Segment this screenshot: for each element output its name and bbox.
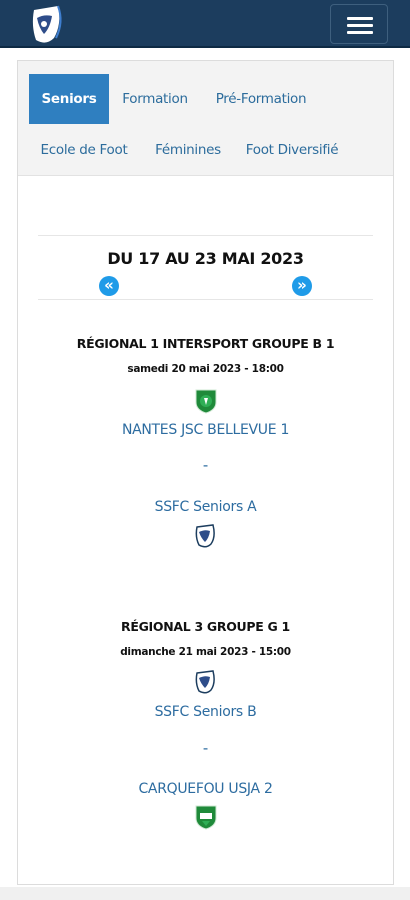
divider	[38, 299, 373, 300]
divider	[38, 235, 373, 236]
hamburger-menu-icon	[347, 17, 373, 20]
tab-feminines[interactable]: Féminines	[148, 125, 228, 175]
home-team-link[interactable]: NANTES JSC BELLEVUE 1	[18, 422, 393, 438]
tab-seniors[interactable]: Seniors	[29, 74, 109, 124]
menu-toggle-button[interactable]	[330, 4, 388, 44]
category-tabs: Seniors Formation Pré-Formation Ecole de…	[18, 61, 393, 176]
away-team-link[interactable]: SSFC Seniors A	[18, 499, 393, 515]
home-team-link[interactable]: SSFC Seniors B	[18, 704, 393, 720]
green-club-crest-icon	[195, 389, 217, 414]
tab-foot-diversifie[interactable]: Foot Diversifié	[242, 125, 342, 175]
double-chevron-right-icon[interactable]: »	[292, 276, 312, 296]
competition-title: RÉGIONAL 1 INTERSPORT GROUPE B 1	[76, 336, 335, 351]
club-shield-crest-icon	[195, 670, 215, 694]
hamburger-menu-icon	[347, 24, 373, 27]
score-separator: -	[202, 740, 209, 757]
club-shield-crest-icon	[195, 524, 215, 548]
club-shield-logo[interactable]	[28, 4, 68, 46]
score-separator: -	[202, 457, 209, 474]
tab-ecole-de-foot[interactable]: Ecole de Foot	[36, 125, 132, 175]
tab-pre-formation[interactable]: Pré-Formation	[208, 74, 314, 124]
footer-strip	[0, 887, 410, 900]
week-title: DU 17 AU 23 MAI 2023	[107, 249, 304, 268]
competition-title: RÉGIONAL 3 GROUPE G 1	[121, 619, 290, 634]
away-team-link[interactable]: CARQUEFOU USJA 2	[18, 781, 393, 797]
top-navbar	[0, 0, 410, 48]
tab-formation[interactable]: Formation	[118, 74, 192, 124]
match-datetime: dimanche 21 mai 2023 - 15:00	[120, 646, 291, 658]
double-chevron-left-icon[interactable]: «	[99, 276, 119, 296]
fixtures-card: Seniors Formation Pré-Formation Ecole de…	[17, 60, 394, 885]
hamburger-menu-icon	[347, 31, 373, 34]
match-datetime: samedi 20 mai 2023 - 18:00	[127, 363, 284, 375]
green-club-crest-icon	[195, 805, 217, 830]
